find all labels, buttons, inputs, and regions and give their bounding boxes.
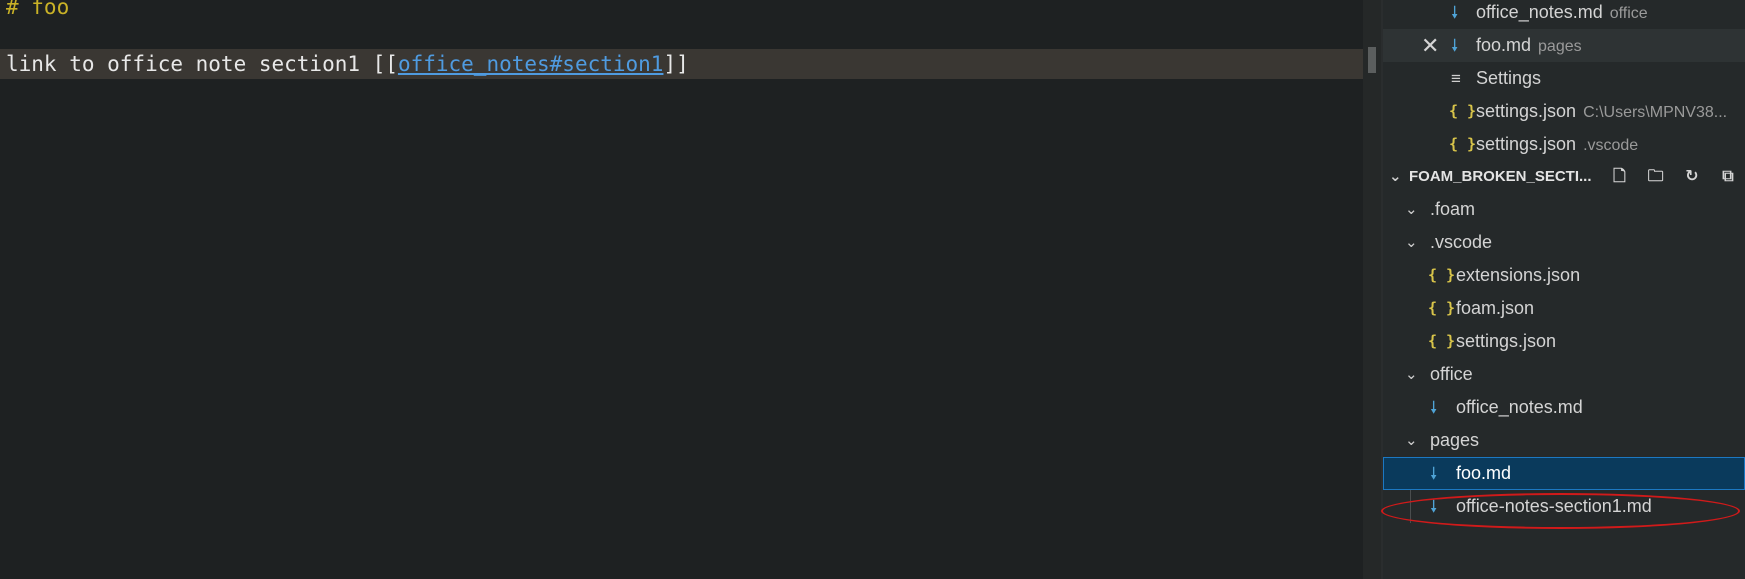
- new-folder-icon[interactable]: 🗀: [1645, 166, 1667, 188]
- tree-file[interactable]: { } extensions.json: [1383, 259, 1745, 292]
- tree-label: foam.json: [1456, 298, 1535, 318]
- tree-label: office_notes.md: [1456, 397, 1583, 417]
- open-editor-desc: .vscode: [1583, 137, 1639, 154]
- open-editor-label: foo.md: [1476, 35, 1532, 55]
- tree-label: office: [1430, 364, 1473, 384]
- tree-label: office-notes-section1.md: [1456, 496, 1652, 516]
- tree-file[interactable]: 🠗 office-notes-section1.md: [1383, 490, 1745, 523]
- explorer-sidebar: 🠗 office_notes.md office ✕ 🠗 foo.md pages …: [1383, 0, 1745, 579]
- tree-label: .vscode: [1430, 232, 1493, 252]
- tree-folder[interactable]: ⌄ .vscode: [1383, 226, 1745, 259]
- wikilink[interactable]: office_notes#section1: [398, 52, 664, 76]
- tree-file[interactable]: 🠗 office_notes.md: [1383, 391, 1745, 424]
- markdown-icon: 🠗: [1430, 464, 1438, 483]
- close-icon[interactable]: ✕: [1421, 29, 1439, 62]
- open-editor-label: office_notes.md: [1476, 2, 1603, 22]
- chevron-down-icon: ⌄: [1405, 201, 1418, 218]
- open-editor-desc: office: [1609, 5, 1648, 22]
- tree-label: .foam: [1430, 199, 1476, 219]
- chevron-down-icon: ⌄: [1389, 168, 1402, 185]
- open-editor-label: settings.json: [1476, 134, 1577, 154]
- new-file-icon[interactable]: 🗋: [1608, 166, 1630, 188]
- editor-scrollbar[interactable]: [1363, 0, 1381, 579]
- json-icon: { }: [1428, 332, 1456, 350]
- markdown-icon: 🠗: [1430, 497, 1438, 516]
- tree-folder[interactable]: ⌄ pages: [1383, 424, 1745, 457]
- tree-folder[interactable]: ⌄ .foam: [1383, 193, 1745, 226]
- editor-line-current[interactable]: link to office note section1 [[office_no…: [0, 49, 1363, 79]
- tree-label: foo.md: [1456, 463, 1512, 483]
- markdown-icon: 🠗: [1430, 398, 1438, 417]
- scrollbar-thumb[interactable]: [1368, 47, 1376, 73]
- tree-label: extensions.json: [1456, 265, 1581, 285]
- tree-folder[interactable]: ⌄ office: [1383, 358, 1745, 391]
- tree-file[interactable]: { } foam.json: [1383, 292, 1745, 325]
- markdown-icon: 🠗: [1451, 3, 1459, 22]
- link-text-prefix: link to office note section1 [[: [6, 52, 398, 76]
- json-icon: { }: [1449, 135, 1477, 153]
- tree-label: settings.json: [1456, 331, 1557, 351]
- chevron-down-icon: ⌄: [1405, 234, 1418, 251]
- tree-label: pages: [1430, 430, 1480, 450]
- chevron-down-icon: ⌄: [1405, 432, 1418, 449]
- editor[interactable]: # foo link to office note section1 [[off…: [0, 0, 1363, 579]
- workspace-title: FOAM_BROKEN_SECTI...: [1409, 168, 1592, 185]
- open-editor-item[interactable]: ✕ 🠗 foo.md pages: [1383, 29, 1745, 62]
- open-editor-item[interactable]: { } settings.json .vscode: [1383, 128, 1745, 161]
- open-editor-desc: pages: [1538, 38, 1582, 55]
- tree-file-selected[interactable]: 🠗 foo.md: [1383, 457, 1745, 490]
- json-icon: { }: [1428, 299, 1456, 317]
- json-icon: { }: [1449, 102, 1477, 120]
- markdown-icon: 🠗: [1451, 36, 1459, 55]
- open-editor-item[interactable]: ≡ Settings: [1383, 62, 1745, 95]
- open-editor-label: settings.json: [1476, 101, 1577, 121]
- refresh-icon[interactable]: ↻: [1681, 166, 1703, 188]
- link-text-suffix: ]]: [663, 52, 689, 76]
- open-editor-label: Settings: [1476, 68, 1542, 88]
- chevron-down-icon: ⌄: [1405, 366, 1418, 383]
- open-editor-desc: C:\Users\MPNV38...: [1583, 104, 1728, 121]
- open-editor-item[interactable]: 🠗 office_notes.md office: [1383, 0, 1745, 29]
- settings-icon: ≡: [1451, 69, 1461, 88]
- open-editor-item[interactable]: { } settings.json C:\Users\MPNV38...: [1383, 95, 1745, 128]
- explorer-section-header[interactable]: ⌄ FOAM_BROKEN_SECTI... 🗋 🗀 ↻ ⧉: [1383, 162, 1745, 192]
- tree-file[interactable]: { } settings.json: [1383, 325, 1745, 358]
- json-icon: { }: [1428, 266, 1456, 284]
- collapse-all-icon[interactable]: ⧉: [1717, 166, 1739, 188]
- editor-line-heading[interactable]: # foo: [6, 0, 69, 22]
